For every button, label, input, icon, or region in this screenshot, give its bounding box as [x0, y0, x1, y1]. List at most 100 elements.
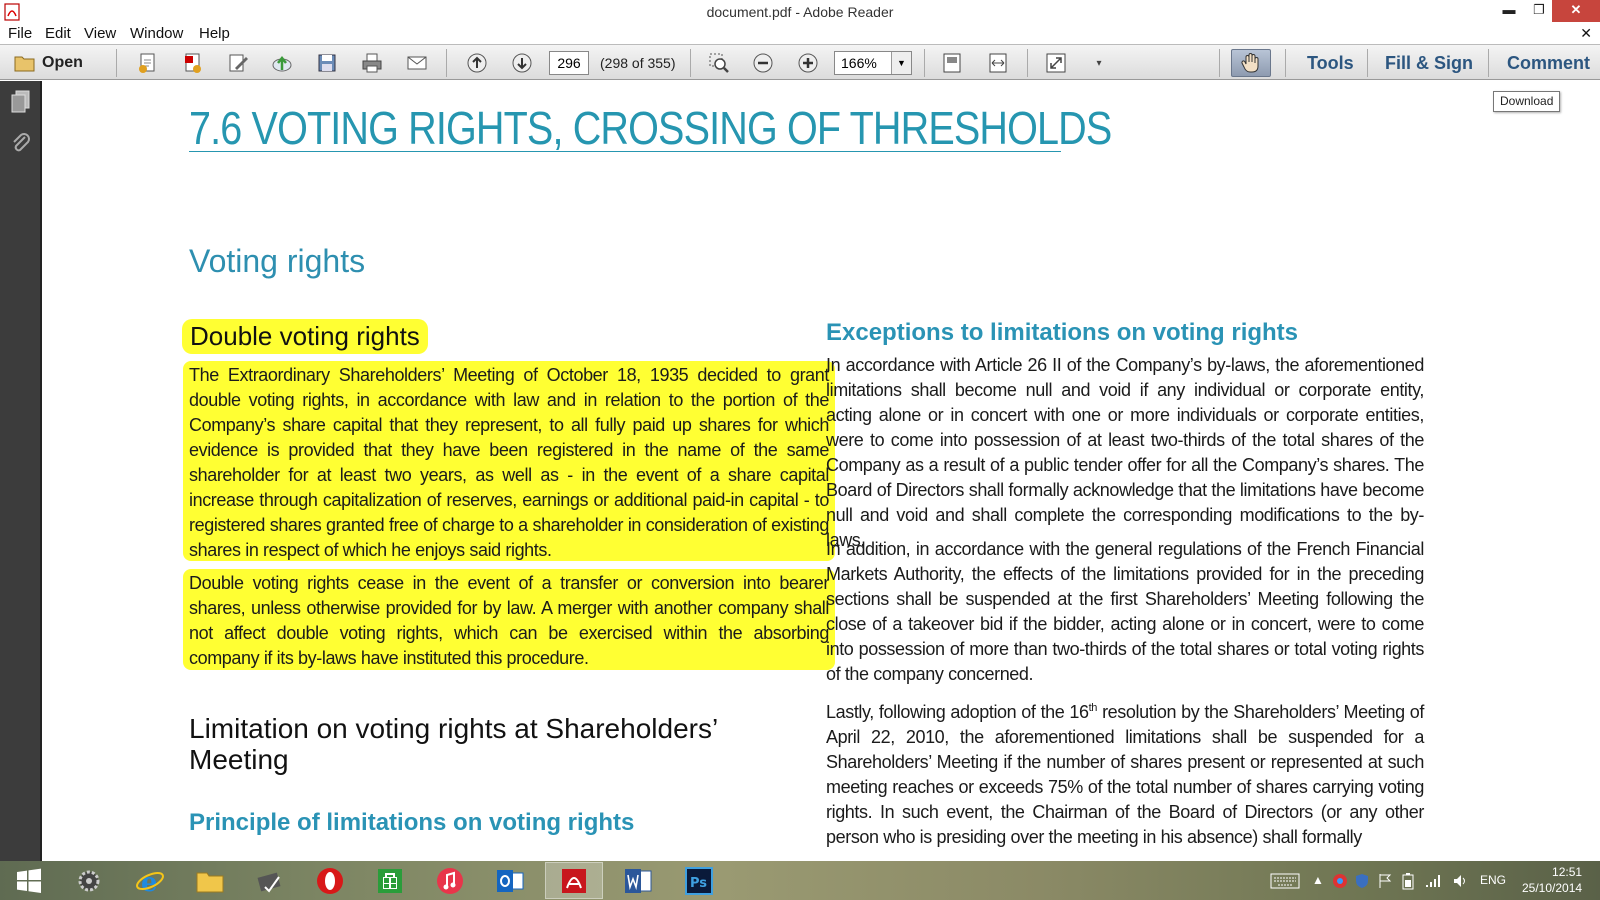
taskbar-app-photoshop[interactable]: Ps — [670, 862, 728, 899]
window-title: document.pdf - Adobe Reader — [706, 4, 894, 20]
marquee-zoom-button[interactable] — [707, 51, 731, 75]
menu-help[interactable]: Help — [199, 25, 230, 42]
taskbar-app-word[interactable] — [609, 862, 667, 899]
edit-pdf-button[interactable] — [226, 51, 250, 75]
open-label: Open — [42, 54, 83, 71]
toolbar-separator — [446, 49, 447, 77]
windows-start-icon — [17, 868, 41, 893]
taskbar-app-mail[interactable] — [241, 862, 299, 899]
menu-file[interactable]: File — [8, 25, 32, 42]
attachments-icon[interactable] — [9, 131, 33, 157]
limitation-heading: Limitation on voting rights at Sharehold… — [189, 713, 718, 775]
page-down-icon — [512, 53, 532, 73]
word-icon — [625, 868, 652, 893]
toolbar-separator — [1285, 49, 1286, 77]
ordinal-suffix: th — [1088, 702, 1098, 714]
close-button[interactable]: ✕ — [1552, 0, 1600, 22]
fit-width-button[interactable] — [986, 51, 1010, 75]
section-heading: 7.6 VOTING RIGHTS, CROSSING OF THRESHOLD… — [189, 102, 1112, 154]
photoshop-icon: Ps — [685, 866, 713, 895]
maximize-button[interactable]: ❐ — [1524, 0, 1554, 22]
security-shield-icon[interactable] — [1355, 873, 1369, 889]
paragraph-article-26: In accordance with Article 26 II of the … — [826, 355, 1424, 550]
menu-bar: File Edit View Window Help ✕ — [0, 24, 1600, 44]
action-center-flag-icon[interactable] — [1378, 873, 1392, 889]
print-icon — [362, 53, 382, 73]
show-hidden-icons-chevron-icon[interactable]: ▲ — [1312, 873, 1324, 887]
zoom-value: 166% — [841, 55, 877, 71]
next-page-button[interactable] — [510, 51, 534, 75]
fill-sign-pane-button[interactable]: Fill & Sign — [1385, 53, 1473, 74]
page-up-icon — [467, 53, 487, 73]
mail-app-icon — [257, 872, 281, 893]
outlook-icon — [497, 869, 524, 892]
taskbar-app-opera[interactable] — [301, 862, 359, 899]
clock-date: 25/10/2014 — [1522, 881, 1583, 895]
page-number-input[interactable]: 296 — [549, 51, 589, 75]
adobe-reader-icon — [562, 868, 586, 893]
minimize-button[interactable]: ▬ — [1494, 0, 1524, 22]
print-button[interactable] — [360, 51, 384, 75]
paragraph-16th-resolution-rest: resolution by the Shareholders’ Meeting … — [826, 702, 1424, 847]
store-icon — [378, 868, 402, 893]
taskbar-app-store[interactable] — [361, 862, 419, 899]
taskbar-app-itunes[interactable] — [421, 862, 479, 899]
taskbar-app-adobe-reader[interactable] — [545, 862, 603, 899]
page-thumbnails-icon[interactable] — [9, 89, 33, 115]
volume-icon[interactable] — [1452, 873, 1468, 889]
create-pdf-icon — [139, 53, 155, 73]
system-clock[interactable]: 12:51 25/10/2014 — [1522, 864, 1582, 896]
upload-icon — [272, 55, 292, 72]
toolbar-separator — [1488, 49, 1489, 77]
download-tooltip: Download — [1493, 91, 1561, 112]
input-language[interactable]: ENG — [1480, 873, 1506, 887]
fullscreen-button[interactable] — [1044, 51, 1068, 75]
fit-page-button[interactable] — [940, 51, 964, 75]
toolbar-more-chevron-icon[interactable]: ▾ — [1087, 51, 1111, 75]
paragraph-double-voting-grant: The Extraordinary Shareholders’ Meeting … — [189, 365, 829, 560]
zoom-in-button[interactable] — [796, 51, 820, 75]
open-button[interactable]: Open — [14, 51, 83, 75]
chevron-down-icon[interactable]: ▼ — [891, 52, 911, 74]
paragraph-financial-markets: In addition, in accordance with the gene… — [826, 539, 1424, 684]
document-viewport[interactable]: 7.6 VOTING RIGHTS, CROSSING OF THRESHOLD… — [44, 81, 1600, 861]
taskbar-app-outlook[interactable] — [481, 862, 539, 899]
zoom-out-button[interactable] — [751, 51, 775, 75]
save-icon — [318, 54, 336, 72]
battery-icon[interactable] — [1400, 872, 1416, 890]
taskbar-app-internet-explorer[interactable]: e — [121, 862, 179, 899]
double-voting-rights-heading: Double voting rights — [182, 319, 428, 354]
comment-pane-button[interactable]: Comment — [1507, 53, 1590, 74]
start-button[interactable] — [0, 862, 58, 899]
taskbar-app-file-explorer[interactable] — [181, 862, 239, 899]
heading-underline — [189, 151, 1061, 152]
close-document-button[interactable]: ✕ — [1580, 25, 1592, 42]
menu-edit[interactable]: Edit — [45, 25, 71, 42]
tools-pane-button[interactable]: Tools — [1307, 53, 1354, 74]
paragraph-double-voting-cease: Double voting rights cease in the event … — [189, 573, 829, 668]
zoom-select[interactable]: 166% ▼ — [834, 51, 912, 75]
hand-tool-button[interactable] — [1231, 49, 1271, 77]
toolbar-separator — [1367, 49, 1368, 77]
menu-window[interactable]: Window — [130, 25, 183, 42]
zoom-out-icon — [753, 53, 773, 73]
create-pdf-button[interactable] — [136, 51, 160, 75]
save-button[interactable] — [315, 51, 339, 75]
toolbar-separator — [924, 49, 925, 77]
upload-button[interactable] — [270, 51, 294, 75]
principle-heading: Principle of limitations on voting right… — [189, 809, 635, 836]
previous-page-button[interactable] — [465, 51, 489, 75]
keyboard-icon[interactable] — [1270, 873, 1300, 889]
hand-tool-icon — [1241, 53, 1259, 73]
email-button[interactable] — [405, 51, 429, 75]
folder-icon — [14, 56, 35, 72]
network-signal-icon[interactable] — [1424, 873, 1442, 889]
itunes-icon — [437, 867, 463, 894]
chrome-tray-icon[interactable] — [1332, 873, 1348, 889]
menu-view[interactable]: View — [84, 25, 116, 42]
taskbar-app-settings[interactable] — [60, 862, 118, 899]
export-pdf-button[interactable] — [181, 51, 205, 75]
zoom-in-icon — [798, 53, 818, 73]
clock-time: 12:51 — [1552, 865, 1583, 879]
file-explorer-icon — [196, 872, 224, 892]
